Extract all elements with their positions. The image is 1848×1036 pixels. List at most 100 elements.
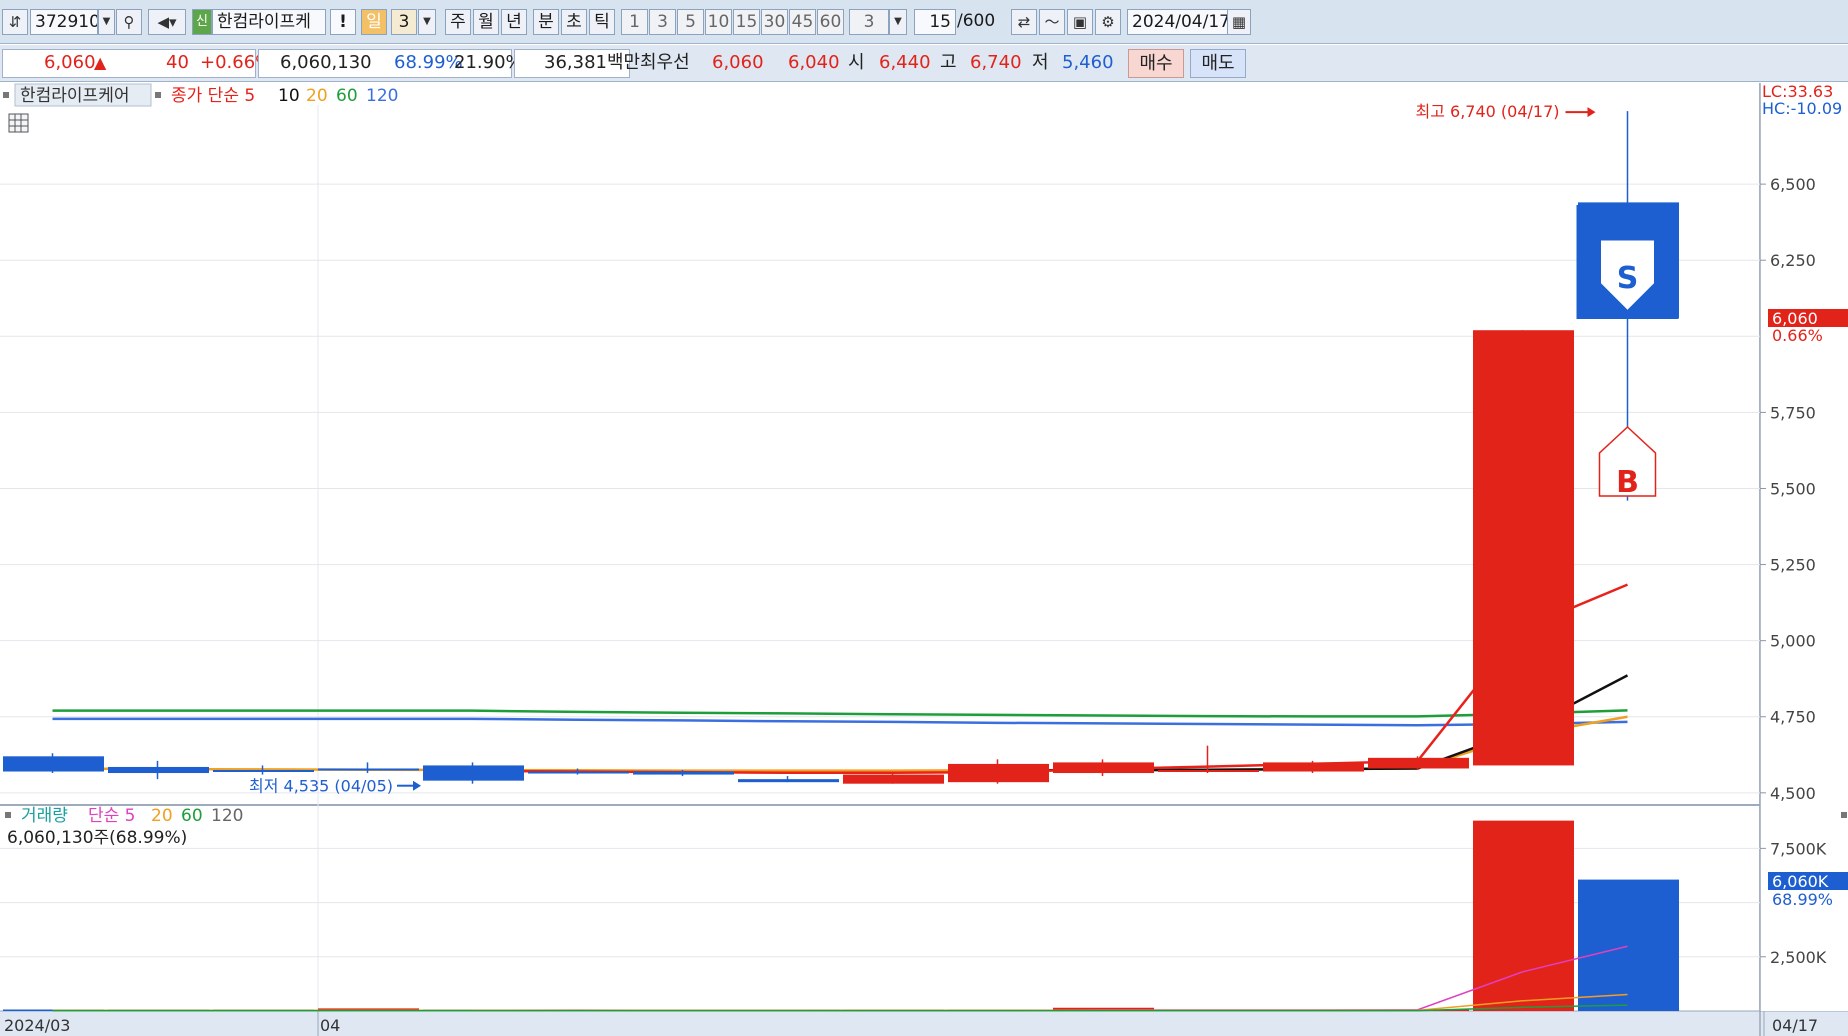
candle-body xyxy=(213,770,314,772)
sell-signal-label: S xyxy=(1617,261,1639,296)
candlestick-volume-chart[interactable]: 한컴라이프케어 종가 단순 5 10 20 60 120 거래량 단순 5 20… xyxy=(0,83,1848,1036)
candle-body xyxy=(738,779,839,783)
indicator-icon[interactable]: 〜 xyxy=(1039,9,1065,35)
display-count-total: /600 xyxy=(957,11,995,31)
high-price-annotation: 최고 6,740 (04/17) xyxy=(1415,102,1559,121)
open-label: 시 xyxy=(848,52,865,73)
legend-ma60[interactable]: 60 xyxy=(336,86,358,106)
legend-vol-ma120[interactable]: 120 xyxy=(211,806,243,826)
legend-vol-ma60[interactable]: 60 xyxy=(181,806,203,826)
second-period-button[interactable]: 초 xyxy=(561,9,587,35)
settings-gear-icon[interactable]: ⚙ xyxy=(1095,9,1121,35)
pane-option-bullet[interactable] xyxy=(1841,812,1847,818)
high-price: 6,740 xyxy=(970,52,1022,73)
legend-vol-ma5[interactable]: 단순 5 xyxy=(88,806,136,826)
table-grid-icon[interactable] xyxy=(8,113,29,133)
chevron-down-icon[interactable]: ▼ xyxy=(418,9,436,35)
interval-60-button[interactable]: 60 xyxy=(817,9,844,35)
date-input[interactable]: 2024/04/17 xyxy=(1127,9,1231,35)
candle-body xyxy=(528,771,629,774)
interval-15-button[interactable]: 15 xyxy=(733,9,760,35)
interval-45-button[interactable]: 45 xyxy=(789,9,816,35)
candle-body xyxy=(3,756,104,772)
turnover-rate: 21.90% xyxy=(454,52,523,73)
month-period-button[interactable]: 월 xyxy=(473,9,499,35)
best-ask: 6,060 xyxy=(712,52,764,73)
date-label-last: 04/17 xyxy=(1772,1016,1818,1035)
interval-5-button[interactable]: 5 xyxy=(677,9,704,35)
stock-name-field[interactable]: 한컴라이프케 xyxy=(212,9,326,35)
chart-compare-icon[interactable]: ⇄ xyxy=(1011,9,1037,35)
custom-interval-field[interactable]: 3 xyxy=(849,9,889,35)
chevron-down-icon[interactable]: ▼ xyxy=(98,9,115,35)
date-label-start: 2024/03 xyxy=(4,1016,70,1035)
volume-tick-label: 2,500K xyxy=(1770,948,1827,967)
volume-ratio: 68.99% xyxy=(394,52,463,73)
legend-ma10[interactable]: 10 xyxy=(278,86,300,106)
calendar-icon[interactable]: ▦ xyxy=(1227,9,1251,35)
day-number-field[interactable]: 3 xyxy=(391,9,417,35)
toolbar: ⇵ 372910 ▼ ⚲ ◀▾ 신 한컴라이프케 ! 일 3 ▼ 주 월 년 분… xyxy=(0,0,1848,44)
interval-10-button[interactable]: 10 xyxy=(705,9,732,35)
year-period-button[interactable]: 년 xyxy=(501,9,527,35)
candle-body xyxy=(108,766,209,774)
high-label: 고 xyxy=(940,52,957,73)
current-pct-label: 0.66% xyxy=(1772,326,1823,345)
current-volume-tag-label: 6,060K xyxy=(1772,872,1829,891)
hc-readout: HC:-10.09 xyxy=(1762,99,1842,118)
date-label-april: 04 xyxy=(320,1016,340,1035)
current-volume-pct-label: 68.99% xyxy=(1772,890,1833,909)
speaker-icon[interactable]: ◀▾ xyxy=(148,9,186,35)
price-tick-label: 5,250 xyxy=(1770,556,1816,575)
up-arrow-icon: ▲ xyxy=(94,53,107,72)
candle-body xyxy=(1473,330,1574,766)
legend-strip xyxy=(0,83,1760,100)
buy-button[interactable]: 매수 xyxy=(1128,49,1184,78)
price-tick-label: 5,750 xyxy=(1770,403,1816,422)
interval-30-button[interactable]: 30 xyxy=(761,9,788,35)
volume-bar xyxy=(1578,879,1679,1011)
tick-period-button[interactable]: 틱 xyxy=(589,9,615,35)
credit-badge: 신 xyxy=(192,9,212,35)
alert-button[interactable]: ! xyxy=(330,9,356,35)
volume-bar xyxy=(1473,820,1574,1011)
volume-subtitle: 6,060,130주(68.99%) xyxy=(7,828,187,848)
low-label: 저 xyxy=(1032,52,1049,73)
chart-area[interactable]: 한컴라이프케어 종가 단순 5 10 20 60 120 거래량 단순 5 20… xyxy=(0,83,1848,1036)
volume-legend-title: 거래량 xyxy=(21,806,68,826)
candle-body xyxy=(843,774,944,784)
week-period-button[interactable]: 주 xyxy=(445,9,471,35)
legend-ma20[interactable]: 20 xyxy=(306,86,328,106)
day-period-button[interactable]: 일 xyxy=(361,9,387,35)
chevron-down-icon[interactable]: ▼ xyxy=(889,9,907,35)
display-count-input[interactable]: 15 xyxy=(914,9,956,35)
legend-bullet xyxy=(3,92,9,98)
sell-button[interactable]: 매도 xyxy=(1190,49,1246,78)
date-axis-strip xyxy=(0,1011,1848,1036)
quote-info-bar: 6,060 ▲ 40 +0.66% 6,060,130 68.99% 21.90… xyxy=(0,45,1848,82)
search-icon[interactable]: ⚲ xyxy=(116,9,142,35)
current-price: 6,060 xyxy=(44,52,96,73)
chart-window: ⇵ 372910 ▼ ⚲ ◀▾ 신 한컴라이프케 ! 일 3 ▼ 주 월 년 분… xyxy=(0,0,1848,1036)
best-quote-label: 최우선 xyxy=(640,52,690,73)
interval-1-button[interactable]: 1 xyxy=(621,9,648,35)
candle-body xyxy=(633,771,734,775)
legend-ma5[interactable]: 종가 단순 5 xyxy=(171,86,255,106)
open-price: 6,440 xyxy=(879,52,931,73)
interval-3-button[interactable]: 3 xyxy=(649,9,676,35)
candle-body xyxy=(423,765,524,781)
minute-period-button[interactable]: 분 xyxy=(533,9,559,35)
volume-tick-label: 7,500K xyxy=(1770,839,1827,858)
stock-code-input[interactable]: 372910 xyxy=(30,9,98,35)
candle-body xyxy=(1263,762,1364,772)
price-tick-label: 4,500 xyxy=(1770,784,1816,803)
legend-vol-ma20[interactable]: 20 xyxy=(151,806,173,826)
price-tick-label: 4,750 xyxy=(1770,708,1816,727)
save-icon[interactable]: ▣ xyxy=(1067,9,1093,35)
legend-ma120[interactable]: 120 xyxy=(366,86,398,106)
candle-body xyxy=(1053,762,1154,774)
price-change: 40 xyxy=(166,52,189,73)
stock-link-icon[interactable]: ⇵ xyxy=(2,9,28,35)
price-legend-title: 한컴라이프케어 xyxy=(20,86,129,106)
legend-bullet xyxy=(155,92,161,98)
